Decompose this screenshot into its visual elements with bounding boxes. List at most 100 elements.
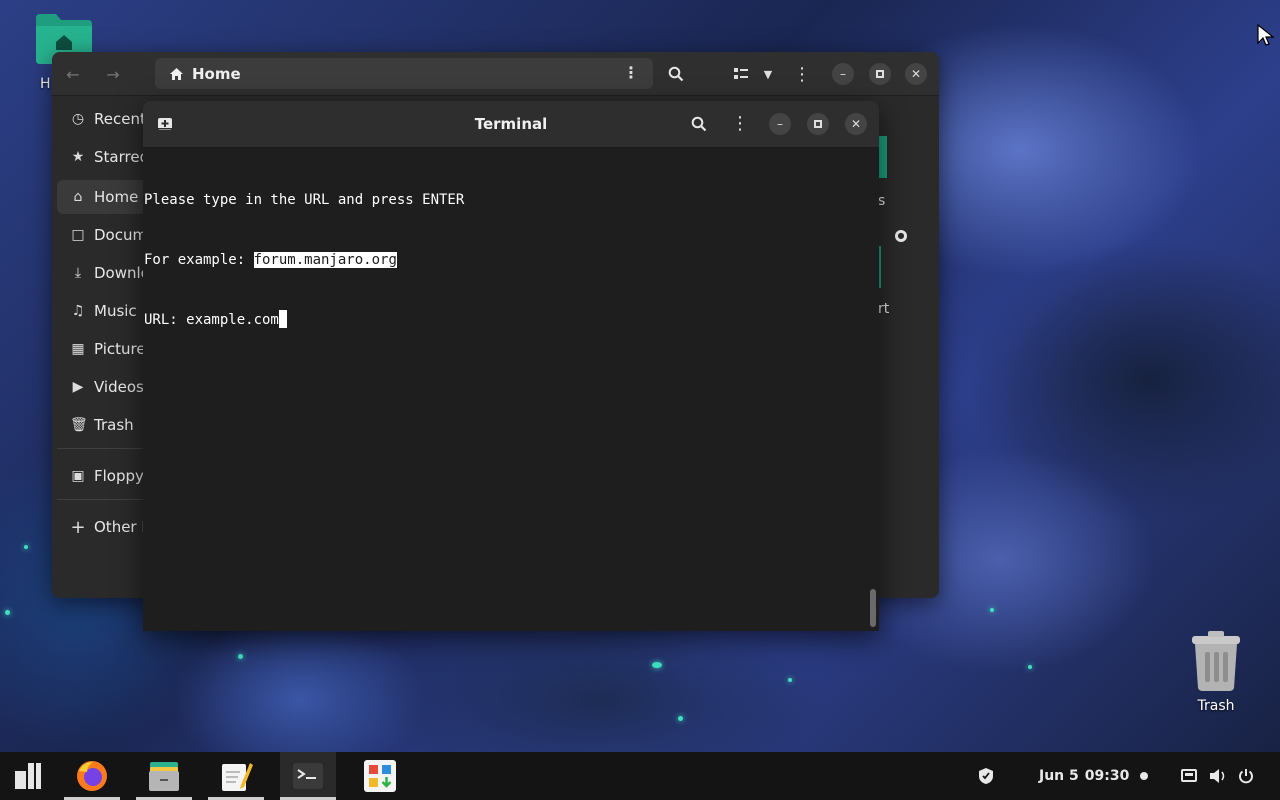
search-icon bbox=[691, 116, 707, 132]
files-icon bbox=[149, 762, 179, 791]
text-editor-icon bbox=[222, 763, 253, 791]
minimize-icon: – bbox=[840, 67, 846, 81]
lock-icon: ● bbox=[895, 230, 907, 242]
view-options-button[interactable]: ▼ bbox=[758, 63, 778, 85]
text-cursor bbox=[278, 310, 287, 328]
maximize-button[interactable] bbox=[869, 63, 891, 85]
taskbar-terminal[interactable] bbox=[280, 752, 336, 800]
terminal-scrollbar[interactable] bbox=[870, 589, 876, 627]
close-button[interactable]: ✕ bbox=[905, 63, 927, 85]
security-indicator[interactable] bbox=[978, 752, 994, 800]
terminal-search-button[interactable] bbox=[691, 116, 709, 134]
sidebar-item-music[interactable]: ♫ Music bbox=[57, 294, 147, 328]
wallpaper-sparkle bbox=[788, 678, 792, 682]
view-toggle-button[interactable] bbox=[730, 63, 752, 85]
home-icon: ⌂ bbox=[73, 189, 83, 205]
path-bar[interactable]: Home ⋮ bbox=[155, 58, 653, 89]
wallpaper-sparkle bbox=[238, 654, 243, 659]
arrow-right-icon: → bbox=[106, 64, 120, 84]
folder-label-fragment: s bbox=[878, 193, 886, 209]
sidebar-item-recent[interactable]: ◷ Recent bbox=[57, 102, 147, 136]
terminal-input-text[interactable]: URL: example.com bbox=[144, 312, 279, 328]
sidebar-item-home[interactable]: ⌂ Home bbox=[57, 180, 147, 214]
volume-indicator[interactable] bbox=[1209, 752, 1227, 800]
back-button[interactable]: ← bbox=[62, 63, 84, 85]
wallpaper-sparkle bbox=[652, 662, 662, 668]
terminal-close-button[interactable]: ✕ bbox=[845, 113, 867, 135]
notification-indicator[interactable] bbox=[1140, 752, 1148, 800]
sidebar-item-downloads[interactable]: ⤓ Downloads bbox=[57, 256, 147, 290]
terminal-output[interactable]: Please type in the URL and press ENTER F… bbox=[144, 150, 864, 630]
path-bar-label: Home bbox=[192, 64, 241, 83]
sidebar-item-label: Pictures bbox=[94, 340, 147, 358]
folder-thumbnail[interactable] bbox=[878, 136, 887, 178]
sidebar-item-label: Home bbox=[94, 188, 139, 206]
taskbar-software[interactable] bbox=[352, 752, 408, 800]
close-icon: ✕ bbox=[850, 117, 862, 131]
floppy-icon: ▣ bbox=[71, 468, 85, 484]
sidebar-item-label: Recent bbox=[94, 110, 146, 128]
sidebar-item-other-locations[interactable]: + Other Locations bbox=[57, 510, 147, 544]
list-view-icon bbox=[734, 68, 748, 79]
taskbar-firefox[interactable] bbox=[64, 752, 120, 800]
search-button[interactable] bbox=[664, 63, 688, 85]
sidebar-item-label: Starred bbox=[94, 148, 147, 166]
kebab-menu-icon: ⋮ bbox=[731, 113, 749, 134]
clock-date: Jun 5 bbox=[1039, 768, 1079, 784]
terminal-menu-button[interactable]: ⋮ bbox=[731, 113, 749, 135]
picture-icon: ▦ bbox=[71, 341, 85, 357]
sidebar-item-videos[interactable]: ▶ Videos bbox=[57, 370, 147, 404]
taskbar: Jun 5 09:30 bbox=[0, 752, 1280, 800]
sidebar-item-label: Videos bbox=[94, 378, 144, 396]
document-icon: □ bbox=[71, 227, 85, 243]
wallpaper-sparkle bbox=[5, 610, 10, 615]
sidebar-item-label: Music bbox=[94, 302, 137, 320]
power-icon bbox=[1239, 769, 1253, 784]
terminal-window[interactable]: Terminal ⋮ – ✕ Please type in the URL an… bbox=[143, 101, 879, 631]
sidebar-item-floppy[interactable]: ▣ Floppy bbox=[57, 459, 147, 493]
main-menu-button[interactable]: ⋮ bbox=[792, 63, 812, 85]
network-indicator[interactable] bbox=[1181, 752, 1197, 800]
firefox-icon bbox=[77, 761, 107, 791]
sidebar-item-pictures[interactable]: ▦ Pictures bbox=[57, 332, 147, 366]
sidebar-item-documents[interactable]: □ Documents bbox=[57, 218, 147, 252]
terminal-maximize-button[interactable] bbox=[807, 113, 829, 135]
clock-icon: ◷ bbox=[71, 111, 85, 127]
terminal-selected-text: forum.manjaro.org bbox=[253, 252, 397, 268]
sidebar-item-label: Other Locations bbox=[94, 518, 147, 536]
close-icon: ✕ bbox=[910, 67, 922, 81]
kebab-menu-icon: ⋮ bbox=[793, 63, 811, 85]
terminal-icon bbox=[293, 763, 323, 789]
sidebar-item-trash[interactable]: 🗑 Trash bbox=[57, 408, 147, 442]
sidebar-item-label: Downloads bbox=[94, 264, 147, 282]
taskbar-text-editor[interactable] bbox=[208, 752, 264, 800]
search-icon bbox=[668, 66, 684, 82]
plus-icon: + bbox=[70, 516, 86, 538]
app-menu-button[interactable] bbox=[0, 752, 56, 800]
folder-label-fragment: rt bbox=[878, 301, 890, 317]
minimize-icon: – bbox=[777, 117, 783, 131]
notification-dot-icon bbox=[1140, 772, 1148, 780]
terminal-prompt-text: Please type in the URL and press ENTER bbox=[144, 192, 465, 208]
network-wired-icon bbox=[1181, 769, 1197, 782]
terminal-minimize-button[interactable]: – bbox=[769, 113, 791, 135]
forward-button[interactable]: → bbox=[102, 63, 124, 85]
chevron-down-icon: ▼ bbox=[763, 67, 773, 81]
power-button[interactable] bbox=[1238, 752, 1254, 800]
desktop-home-folder-label: H bbox=[40, 76, 51, 92]
desktop-trash[interactable]: Trash bbox=[1180, 630, 1252, 714]
sidebar-item-label: Documents bbox=[94, 226, 147, 244]
terminal-line: Please type in the URL and press ENTER bbox=[144, 190, 864, 210]
sidebar-item-label: Floppy bbox=[94, 467, 144, 485]
arrow-left-icon: ← bbox=[66, 64, 80, 84]
wallpaper-sparkle bbox=[990, 608, 994, 612]
minimize-button[interactable]: – bbox=[832, 63, 854, 85]
path-menu-icon[interactable]: ⋮ bbox=[623, 63, 639, 82]
taskbar-files[interactable] bbox=[136, 752, 192, 800]
file-manager-headerbar: ← → Home ⋮ ▼ ⋮ – ✕ bbox=[52, 52, 939, 96]
video-icon: ▶ bbox=[72, 379, 84, 395]
sidebar-item-starred[interactable]: ★ Starred bbox=[57, 140, 147, 174]
clock[interactable]: Jun 5 09:30 bbox=[1039, 752, 1129, 800]
wallpaper-sparkle bbox=[1028, 665, 1032, 669]
menu-icon bbox=[15, 763, 41, 789]
